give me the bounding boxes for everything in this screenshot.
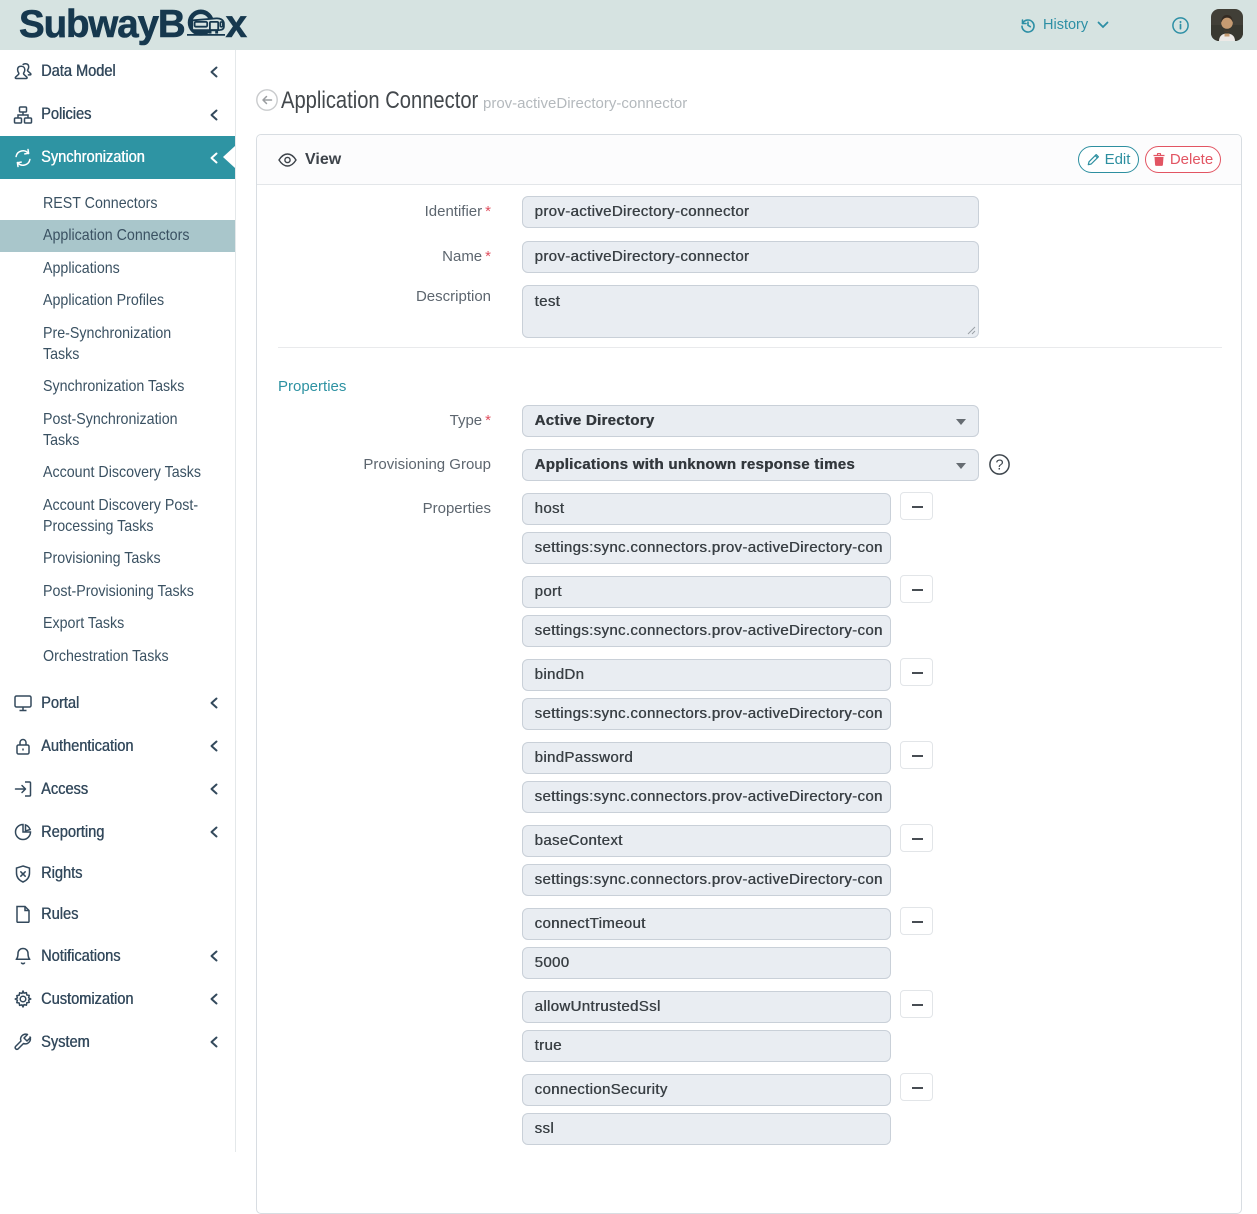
svg-text:?: ? xyxy=(995,458,1003,474)
